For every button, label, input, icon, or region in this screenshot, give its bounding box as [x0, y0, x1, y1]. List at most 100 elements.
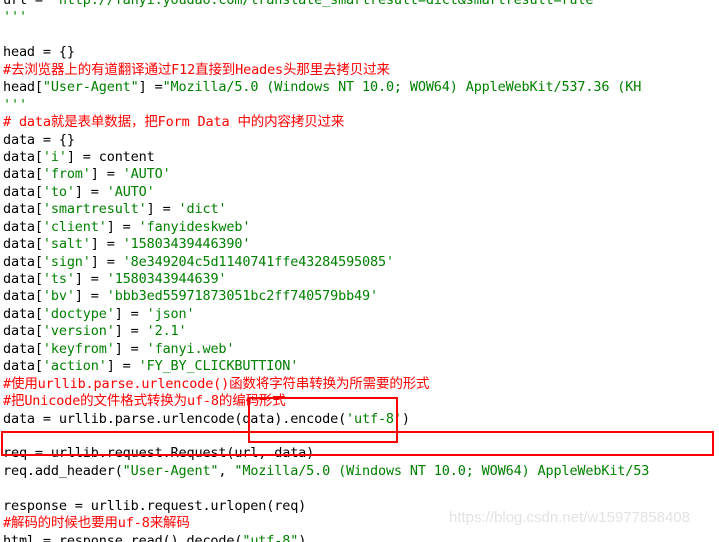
code-line[interactable]	[3, 428, 719, 445]
code-line[interactable]	[3, 480, 719, 497]
code-token-comment: # data就是表单数据，把Form Data 中的内容拷贝过来	[3, 114, 345, 131]
code-token-str: 'version'	[42, 323, 115, 340]
code-token-plain: data[	[3, 323, 43, 340]
code-line[interactable]: data = urllib.parse.urlencode(data).enco…	[3, 411, 719, 428]
code-token-plain: data[	[3, 288, 43, 305]
code-token-plain: url =	[3, 0, 51, 8]
code-line[interactable]: data['action'] = 'FY_BY_CLICKBUTTION'	[3, 358, 719, 375]
code-token-str: 'bbb3ed55971873051bc2ff740579bb49'	[106, 288, 378, 305]
code-token-plain: data[	[3, 218, 43, 235]
code-editor-view[interactable]: url = 'http://fanyi.youdao.com/translate…	[0, 0, 719, 542]
code-token-str: '15803439446390'	[122, 236, 251, 253]
code-token-str: '2.1'	[146, 323, 187, 340]
code-line[interactable]: '''	[3, 9, 719, 26]
code-token-plain: ] =	[114, 305, 147, 322]
code-token-str: '8e349204c5d1140741ffe43284595085'	[122, 253, 394, 270]
code-token-plain: data[	[3, 271, 43, 287]
code-token-plain: ] =	[74, 183, 107, 200]
code-token-str: 'AUTO'	[106, 183, 155, 200]
code-token-str: 'fanyi.web'	[146, 340, 235, 357]
code-token-plain: data[	[3, 236, 43, 253]
code-token-plain: head = {}	[3, 44, 75, 61]
code-token-plain: )	[298, 532, 307, 542]
code-token-comment: #把Unicode的文件格式转换为uf-8的编码形式	[3, 393, 286, 410]
code-text-area[interactable]: url = 'http://fanyi.youdao.com/translate…	[0, 0, 719, 542]
code-token-str: 'dict'	[178, 201, 227, 218]
code-line[interactable]: data['bv'] = 'bbb3ed55971873051bc2ff7405…	[3, 288, 719, 305]
code-token-str: "User-Agent"	[42, 79, 139, 96]
code-token-plain: ] =	[114, 340, 147, 357]
code-token-plain: ] =	[74, 288, 107, 305]
code-token-str: 'i'	[42, 148, 67, 165]
code-token-plain: ] =	[146, 201, 179, 218]
code-line[interactable]: data['ts'] = '1580343944639'	[3, 271, 719, 288]
code-token-plain: data = {}	[3, 131, 75, 148]
code-token-str: 'keyfrom'	[42, 340, 115, 357]
csdn-watermark: https://blog.csdn.net/w15977858408	[449, 509, 691, 526]
code-token-str: '''	[3, 9, 27, 26]
code-token-str: 'to'	[42, 183, 75, 200]
code-token-str: 'action'	[42, 358, 107, 375]
code-token-plain: req = urllib.request.Request(url, data)	[3, 445, 315, 462]
code-line[interactable]: #使用urllib.parse.urlencode()函数将字符串转换为所需要的…	[3, 376, 719, 393]
code-line[interactable]	[3, 27, 719, 44]
code-line[interactable]: data['salt'] = '15803439446390'	[3, 236, 719, 253]
code-line[interactable]: #去浏览器上的有道翻译通过F12直接到Heades头那里去拷贝过来	[3, 62, 719, 79]
code-token-str: 'salt'	[42, 236, 91, 253]
code-token-str: 'AUTO'	[122, 166, 171, 183]
code-token-str: 'bv'	[42, 288, 75, 305]
code-token-str: 'doctype'	[42, 305, 115, 322]
code-token-plain: ] =	[90, 253, 123, 270]
code-token-plain: req.add_header(	[3, 462, 123, 479]
code-token-str: 'sign'	[42, 253, 91, 270]
code-line[interactable]: url = 'http://fanyi.youdao.com/translate…	[3, 0, 719, 9]
code-line[interactable]: data['to'] = 'AUTO'	[3, 184, 719, 201]
code-token-plain: )	[401, 410, 410, 427]
code-line[interactable]: data['from'] = 'AUTO'	[3, 166, 719, 183]
code-token-str: '1580343944639'	[106, 271, 227, 287]
code-line[interactable]: req.add_header("User-Agent", "Mozilla/5.…	[3, 463, 719, 480]
code-token-comment: #解码的时候也要用uf-8来解码	[3, 515, 190, 532]
code-line[interactable]: html = response.read().decode("utf-8")	[3, 533, 719, 542]
code-token-str: 'ts'	[42, 271, 75, 287]
code-token-plain: data = urllib.parse.urlencode(data).enco…	[3, 410, 347, 427]
code-line[interactable]: data['keyfrom'] = 'fanyi.web'	[3, 341, 719, 358]
code-line[interactable]: data['i'] = content	[3, 149, 719, 166]
code-token-str: 'FY_BY_CLICKBUTTION'	[138, 358, 299, 375]
code-line[interactable]: data['doctype'] = 'json'	[3, 306, 719, 323]
code-token-str: 'smartresult'	[42, 201, 147, 218]
code-line[interactable]: data['sign'] = '8e349204c5d1140741ffe432…	[3, 254, 719, 271]
code-token-plain: data[	[3, 253, 43, 270]
code-token-plain: response = urllib.request.urlopen(req)	[3, 497, 307, 514]
code-token-plain: data[	[3, 148, 43, 165]
code-token-str: '''	[3, 96, 27, 113]
code-line[interactable]: data = {}	[3, 132, 719, 149]
code-line[interactable]: head["User-Agent"] ="Mozilla/5.0 (Window…	[3, 79, 719, 96]
code-token-str: "Mozilla/5.0 (Windows NT 10.0; WOW64) Ap…	[234, 462, 650, 479]
code-token-plain: data[	[3, 305, 43, 322]
code-token-plain: ] =	[106, 218, 139, 235]
code-token-str: 'utf-8'	[346, 410, 402, 427]
code-token-plain: ] =	[74, 271, 107, 287]
code-token-str: 'fanyideskweb'	[138, 218, 251, 235]
code-token-str: 'http://fanyi.youdao.com/translate_smart…	[50, 0, 594, 8]
code-token-str: "User-Agent"	[122, 462, 219, 479]
code-token-plain: data[	[3, 166, 43, 183]
code-line[interactable]: req = urllib.request.Request(url, data)	[3, 445, 719, 462]
code-line[interactable]: data['client'] = 'fanyideskweb'	[3, 219, 719, 236]
code-token-plain: data[	[3, 358, 43, 375]
code-token-comment: #去浏览器上的有道翻译通过F12直接到Heades头那里去拷贝过来	[3, 61, 390, 78]
code-token-plain: html = response.read().decode(	[3, 532, 243, 542]
code-line[interactable]: data['smartresult'] = 'dict'	[3, 201, 719, 218]
code-line[interactable]: #把Unicode的文件格式转换为uf-8的编码形式	[3, 393, 719, 410]
code-token-plain: head[	[3, 79, 43, 96]
code-line[interactable]: head = {}	[3, 44, 719, 61]
code-line[interactable]: data['version'] = '2.1'	[3, 323, 719, 340]
code-token-plain: data[	[3, 340, 43, 357]
code-token-plain: ] =	[90, 166, 123, 183]
code-token-plain: data[	[3, 183, 43, 200]
code-line[interactable]: '''	[3, 97, 719, 114]
code-token-comment: #使用urllib.parse.urlencode()函数将字符串转换为所需要的…	[3, 375, 430, 392]
code-line[interactable]: # data就是表单数据，把Form Data 中的内容拷贝过来	[3, 114, 719, 131]
code-token-str: 'from'	[42, 166, 91, 183]
